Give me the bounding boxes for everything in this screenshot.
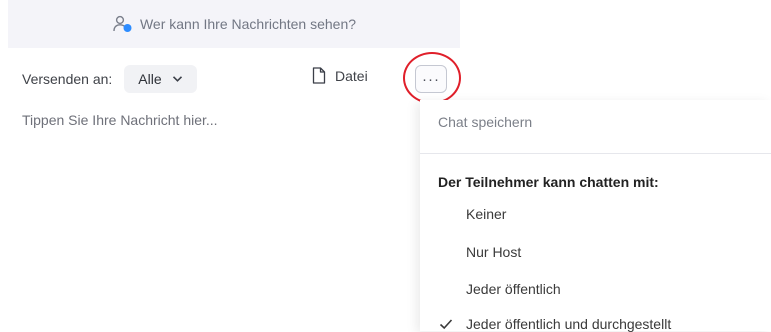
chat-permission-option-nur-host[interactable]: Nur Host <box>466 244 521 260</box>
message-input[interactable] <box>22 108 402 132</box>
save-chat-menu-item[interactable]: Chat speichern <box>438 114 532 130</box>
send-to-row: Versenden an: Alle <box>22 64 197 94</box>
chat-permission-heading: Der Teilnehmer kann chatten mit: <box>438 174 659 190</box>
chevron-down-icon <box>172 75 183 83</box>
chat-permission-option-keiner[interactable]: Keiner <box>466 206 506 222</box>
checkmark-icon <box>439 318 453 330</box>
chat-options-menu: Chat speichern Der Teilnehmer kann chatt… <box>420 100 771 332</box>
more-options-button[interactable]: ··· <box>415 65 447 93</box>
chat-visibility-text: Wer kann Ihre Nachrichten sehen? <box>139 16 357 32</box>
chat-permission-option-jeder-oeffentlich[interactable]: Jeder öffentlich <box>466 281 561 297</box>
file-button[interactable]: Datei <box>312 67 368 84</box>
recipient-value: Alle <box>138 71 162 87</box>
option-label: Jeder öffentlich <box>466 281 561 297</box>
file-label: Datei <box>335 67 368 84</box>
menu-divider <box>420 153 771 154</box>
option-label: Keiner <box>466 206 507 222</box>
chat-visibility-info-bar[interactable]: Wer kann Ihre Nachrichten sehen? <box>8 0 460 48</box>
recipient-dropdown[interactable]: Alle <box>124 65 197 93</box>
file-icon <box>312 67 326 84</box>
people-visibility-icon <box>112 15 134 33</box>
option-label: Nur Host <box>466 244 522 260</box>
chat-permission-option-jeder-oeffentlich-und-durchgestellt[interactable]: Jeder öffentlich und durchgestellt <box>439 316 672 332</box>
option-label: Jeder öffentlich und durchgestellt <box>466 316 672 332</box>
send-to-label: Versenden an: <box>22 71 113 87</box>
